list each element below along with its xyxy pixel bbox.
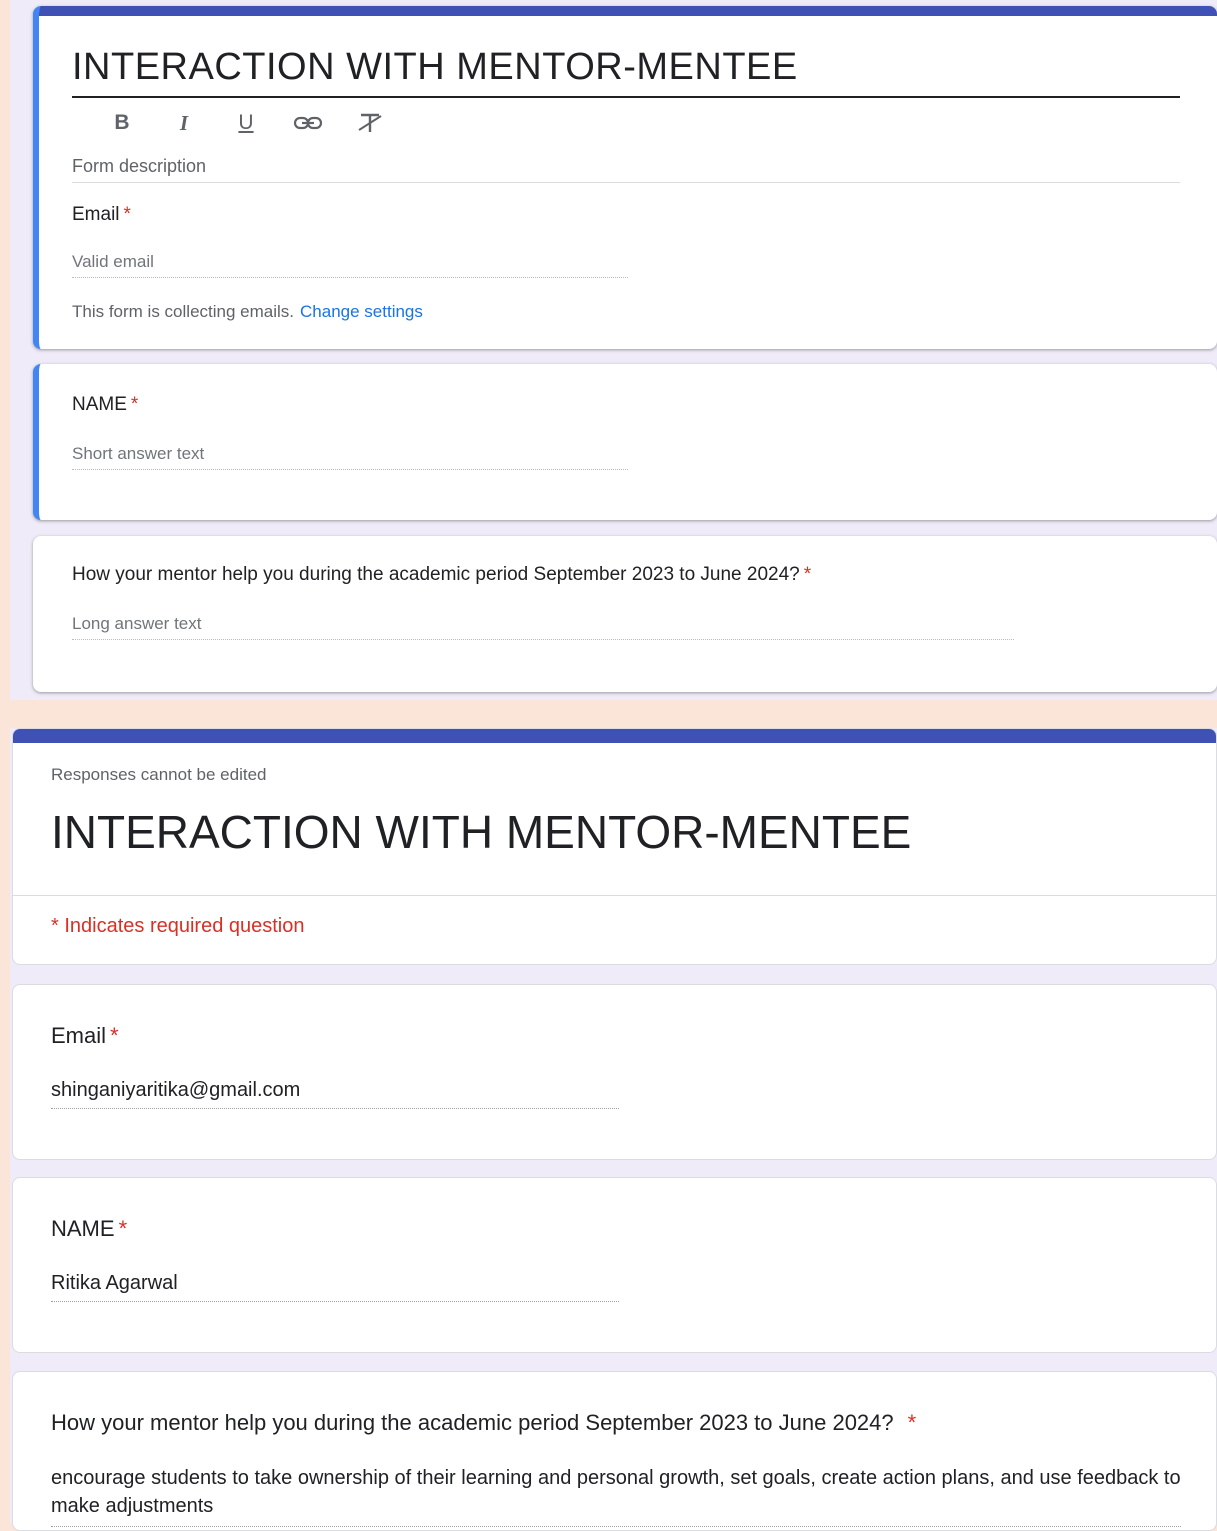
- email-label-text: Email: [51, 1023, 107, 1048]
- response-mentor-label: How your mentor help you during the acad…: [51, 1410, 916, 1436]
- mentor-answer: encourage students to take ownership of …: [51, 1464, 1181, 1527]
- email-input-placeholder: Valid email: [72, 252, 628, 278]
- name-label-text: NAME: [51, 1216, 115, 1241]
- mentor-question-label: How your mentor help you during the acad…: [72, 564, 811, 586]
- name-question-label: NAME *: [72, 394, 138, 416]
- email-question-label: Email *: [72, 204, 131, 226]
- mentor-question-card[interactable]: How your mentor help you during the acad…: [33, 536, 1217, 692]
- underline-button[interactable]: U: [215, 108, 277, 138]
- name-answer: Ritika Agarwal: [51, 1272, 619, 1302]
- long-answer-placeholder: Long answer text: [72, 614, 1014, 640]
- required-asterisk: *: [907, 1410, 917, 1435]
- required-asterisk: *: [123, 204, 131, 225]
- header-divider: [13, 895, 1216, 896]
- response-email-label: Email *: [51, 1023, 119, 1049]
- title-card-stripe: [39, 6, 1217, 16]
- change-settings-link[interactable]: Change settings: [300, 302, 423, 321]
- name-label-text: NAME: [72, 394, 127, 415]
- email-label-text: Email: [72, 204, 120, 225]
- required-asterisk: *: [110, 1023, 119, 1048]
- editor-panel: INTERACTION WITH MENTOR-MENTEE B I U For…: [10, 0, 1217, 700]
- responses-note: Responses cannot be edited: [51, 765, 267, 784]
- short-answer-placeholder: Short answer text: [72, 444, 628, 470]
- link-icon[interactable]: [277, 108, 339, 138]
- title-card[interactable]: INTERACTION WITH MENTOR-MENTEE B I U For…: [33, 6, 1217, 349]
- clear-formatting-icon[interactable]: [339, 108, 401, 138]
- form-title-input[interactable]: INTERACTION WITH MENTOR-MENTEE: [72, 46, 798, 89]
- email-answer: shinganiyaritika@gmail.com: [51, 1079, 619, 1109]
- response-header-card: Responses cannot be edited INTERACTION W…: [12, 728, 1217, 965]
- mentor-question-text: How your mentor help you during the acad…: [51, 1410, 894, 1435]
- response-panel: Responses cannot be edited INTERACTION W…: [10, 728, 1217, 1531]
- response-mentor-card: How your mentor help you during the acad…: [12, 1371, 1217, 1531]
- response-email-card: Email * shinganiyaritika@gmail.com: [12, 984, 1217, 1160]
- header-stripe: [13, 729, 1216, 743]
- italic-button[interactable]: I: [153, 108, 215, 138]
- required-asterisk: *: [118, 1216, 128, 1241]
- bold-button[interactable]: B: [91, 108, 153, 138]
- required-asterisk: *: [130, 394, 139, 415]
- collecting-emails-note: This form is collecting emails. Change se…: [72, 302, 423, 322]
- required-asterisk: *: [803, 564, 812, 585]
- response-form-title: INTERACTION WITH MENTOR-MENTEE: [51, 806, 912, 858]
- collecting-emails-text: This form is collecting emails.: [72, 302, 295, 321]
- mentor-question-text: How your mentor help you during the acad…: [72, 564, 800, 585]
- required-question-note: * Indicates required question: [51, 915, 305, 937]
- response-name-label: NAME *: [51, 1216, 127, 1242]
- form-description-input[interactable]: Form description: [72, 156, 1180, 183]
- title-underline: [72, 96, 1180, 98]
- response-name-card: NAME * Ritika Agarwal: [12, 1177, 1217, 1353]
- name-question-card[interactable]: NAME * Short answer text: [33, 364, 1217, 520]
- formatting-toolbar: B I U: [91, 108, 401, 138]
